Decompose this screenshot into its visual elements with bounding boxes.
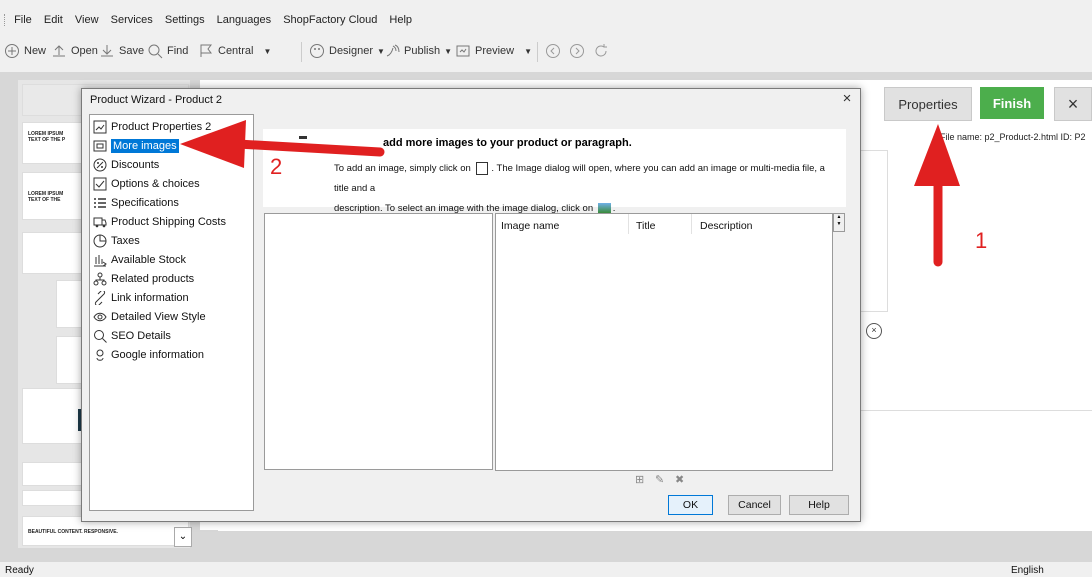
- annotation-arrows: [180, 120, 960, 267]
- annotation-label-1: 1: [975, 228, 988, 253]
- status-bar: [0, 562, 1092, 577]
- arrow-to-properties: [914, 124, 960, 267]
- annotation-label-2: 2: [270, 154, 283, 179]
- language-indicator: English: [1011, 565, 1044, 576]
- status-text: Ready: [5, 565, 34, 576]
